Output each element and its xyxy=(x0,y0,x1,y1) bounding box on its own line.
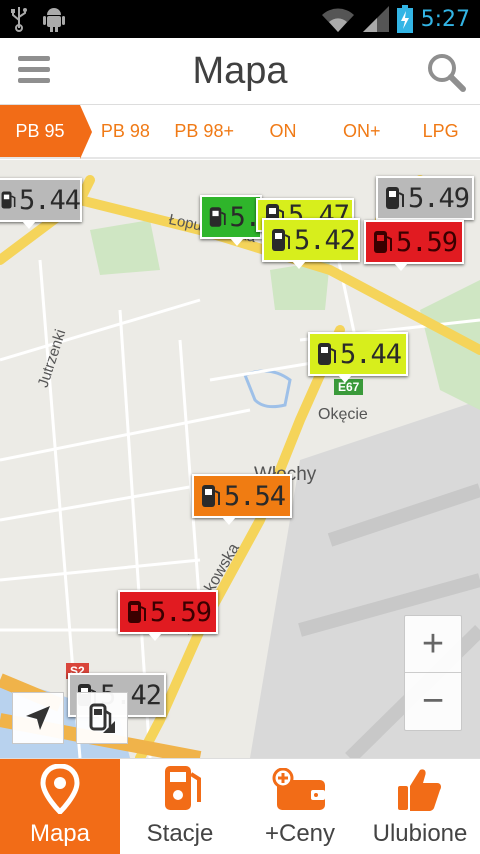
tab-on[interactable]: ON xyxy=(244,105,323,157)
marker-price: 5.44 xyxy=(340,338,402,370)
wifi-icon xyxy=(321,8,354,32)
zoom-controls: + − xyxy=(404,615,462,731)
price-marker[interactable]: 5.59 xyxy=(118,590,218,641)
map-view[interactable]: Łopuszańska Jutrzenki Okęcie Włochy Al. … xyxy=(0,160,480,758)
nav-ulubione[interactable]: Ulubione xyxy=(360,759,480,854)
marker-price: 5.59 xyxy=(150,596,212,628)
nav-label: +Ceny xyxy=(264,820,336,847)
stations-toggle-button[interactable] xyxy=(76,692,128,744)
marker-price: 5.49 xyxy=(408,182,470,214)
navigation-arrow-icon xyxy=(26,706,50,730)
marker-price: 5.44 xyxy=(18,184,81,216)
page-title: Mapa xyxy=(192,50,288,92)
map-pin-icon xyxy=(40,764,80,814)
price-marker[interactable]: 5.44 xyxy=(0,178,82,229)
usb-icon xyxy=(11,7,27,32)
fuel-pump-icon xyxy=(272,229,290,251)
tab-lpg[interactable]: LPG xyxy=(401,105,480,157)
tab-onplus[interactable]: ON+ xyxy=(322,105,401,157)
zoom-out-button[interactable]: − xyxy=(405,673,461,730)
marker-price: 5.54 xyxy=(224,480,286,512)
app-bar: Mapa xyxy=(0,38,480,105)
price-marker[interactable]: 5.54 xyxy=(192,474,292,525)
price-marker[interactable]: 5.42 xyxy=(262,218,360,269)
thumbs-up-icon xyxy=(398,769,441,811)
nav-label: Mapa xyxy=(29,820,91,847)
nav-label: Stacje xyxy=(146,820,214,847)
fuel-pump-icon xyxy=(209,207,226,227)
tab-pb95[interactable]: PB 95 xyxy=(0,105,92,159)
marker-price: 5.59 xyxy=(396,226,458,258)
fuel-pump-icon xyxy=(128,601,146,623)
status-bar: 5:27 xyxy=(0,0,480,38)
wallet-add-icon xyxy=(272,768,325,810)
tab-pb98[interactable]: PB 98 xyxy=(86,105,165,157)
nav-mapa[interactable]: Mapa xyxy=(0,759,120,854)
android-icon xyxy=(43,8,65,32)
fuel-pump-icon xyxy=(1,191,16,209)
district-label: Okęcie xyxy=(318,406,368,423)
tab-pb98plus[interactable]: PB 98+ xyxy=(165,105,244,157)
fuel-pump-icon xyxy=(202,485,220,507)
nav-ceny[interactable]: +Ceny xyxy=(240,759,360,854)
bottom-navigation: Mapa Stacje +Ceny Ulubione xyxy=(0,758,480,854)
nav-stacje[interactable]: Stacje xyxy=(120,759,240,854)
fuel-type-tabs: PB 95 PB 98 PB 98+ ON ON+ LPG xyxy=(0,105,480,159)
fuel-pump-edit-icon xyxy=(89,703,115,733)
nav-label: Ulubione xyxy=(372,820,468,847)
search-icon xyxy=(428,54,466,92)
price-marker[interactable]: 5.59 xyxy=(364,220,464,271)
my-location-button[interactable] xyxy=(12,692,64,744)
app-root: 5:27 Mapa PB 95 PB 98 PB 98+ ON ON+ LPG xyxy=(0,0,480,854)
fuel-pump-icon xyxy=(318,343,336,365)
fuel-pump-icon xyxy=(386,187,404,209)
battery-charging-icon xyxy=(396,5,413,33)
fuel-pump-icon xyxy=(165,766,201,810)
price-marker[interactable]: 5. xyxy=(200,195,262,246)
signal-icon xyxy=(362,6,389,32)
fuel-pump-icon xyxy=(374,231,392,253)
price-marker[interactable]: 5.44 xyxy=(308,332,408,383)
search-button[interactable] xyxy=(426,52,466,92)
marker-price: 5.42 xyxy=(294,224,356,256)
price-marker[interactable]: 5.49 xyxy=(376,176,474,227)
zoom-in-button[interactable]: + xyxy=(405,616,461,673)
status-time: 5:27 xyxy=(420,6,470,32)
